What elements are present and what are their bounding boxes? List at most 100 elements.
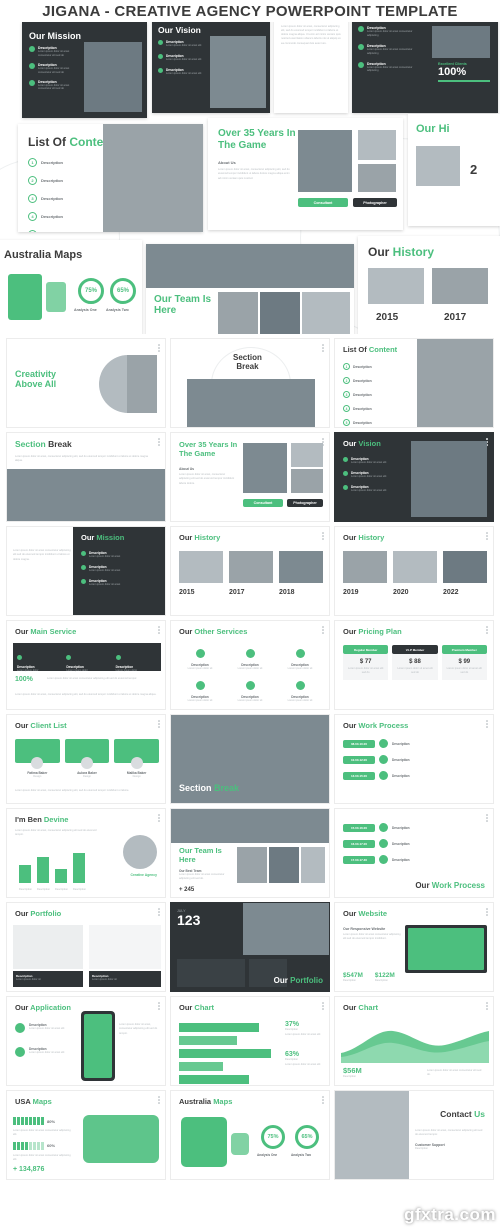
time-badge: 16.00-17.00 — [343, 839, 375, 848]
grid-slide-section-break-2[interactable]: Section Break Lorem ipsum dolor sit amet… — [6, 432, 166, 522]
dots-icon — [322, 626, 324, 635]
hero-slide-our-history-bottom[interactable]: Our History 2015 2017 — [358, 236, 500, 334]
pricing-card[interactable]: Regular Member $ 77 Lorem ipsum dolor si… — [343, 645, 389, 680]
dots-icon — [322, 532, 324, 541]
hero-slide-stats[interactable]: Description Lorem ipsum dolor sit amet c… — [352, 18, 498, 113]
pricing-card[interactable]: Premium Member $ 99 Lorem ipsum dolor si… — [441, 645, 487, 680]
map-shape — [231, 1133, 249, 1155]
map-shape — [83, 1115, 159, 1163]
hero-slide-our-vision[interactable]: Our Vision Description Lorem ipsum dolor … — [152, 18, 270, 113]
slide-photo — [171, 809, 329, 843]
grid-slide-australia-maps[interactable]: Australia Maps 75% Analysis One 65% Anal… — [170, 1090, 330, 1180]
bullet-icon — [158, 67, 163, 73]
slide-photo — [416, 146, 460, 186]
map-shape — [181, 1117, 227, 1167]
grid-slide-our-history-1[interactable]: Our History 2015 2017 2018 — [170, 526, 330, 616]
slide-photo — [393, 551, 437, 583]
app-icon — [15, 1047, 25, 1057]
slide-title: Australia Maps — [4, 249, 83, 261]
dots-icon — [322, 1096, 324, 1105]
dots-icon — [486, 1002, 488, 1011]
hero-slide-australia-maps[interactable]: Australia Maps 75% Analysis One 65% Anal… — [0, 240, 142, 334]
grid-slide-our-portfolio-2[interactable]: JULY 123 Our Portfolio — [170, 902, 330, 992]
grid-slide-our-client-list[interactable]: Our Client List Fatima Baker Design Aulo… — [6, 714, 166, 804]
bullet-icon — [343, 484, 348, 490]
grid-slide-our-work-process-1[interactable]: Our Work Process 08.00-10.00 Description… — [334, 714, 494, 804]
grid-slide-our-portfolio-1[interactable]: Our Portfolio Description Lorem ipsum do… — [6, 902, 166, 992]
dots-icon — [486, 626, 488, 635]
slide-title: Our Vision — [158, 25, 201, 35]
bullet-icon — [81, 578, 86, 584]
portfolio-thumb[interactable] — [89, 925, 161, 969]
step-icon — [379, 771, 388, 780]
pricing-card[interactable]: V.I.P Member $ 88 Lorem ipsum dolor sit … — [392, 645, 438, 680]
grid-slide-our-chart-2[interactable]: Our Chart $56M Description Lorem ipsum d… — [334, 996, 494, 1086]
hero-slide-text[interactable]: Lorem ipsum dolor sit amet, consectetur … — [274, 18, 348, 113]
slide-photo — [443, 551, 487, 583]
slide-photo — [432, 268, 488, 304]
grid-slide-section-break-1[interactable]: Section Break — [170, 338, 330, 428]
time-badge: 17.00-17.30 — [343, 855, 375, 864]
grid-slide-our-vision[interactable]: Our Vision Description Lorem ipsum dolor … — [334, 432, 494, 522]
grid-slide-usa-maps[interactable]: USA Maps 80% Lorem ipsum dolor sit amet … — [6, 1090, 166, 1180]
hero-slide-our-mission[interactable]: Our Mission Description Lorem ipsum dolo… — [22, 22, 147, 118]
slide-photo — [298, 130, 352, 192]
grid-slide-list-of-content[interactable]: List Of Content 1 Description 2 Descriptio… — [334, 338, 494, 428]
grid-slide-im-ben-devine[interactable]: I'm Ben Devine Lorem ipsum dolor sit ame… — [6, 808, 166, 898]
portfolio-caption: Description Lorem ipsum dolor sit — [89, 971, 161, 987]
slide-photo — [187, 379, 315, 427]
bullet-icon — [343, 457, 348, 462]
grid-slide-our-work-process-2[interactable]: 15.00-16.00 Description 16.00-17.00 Desc… — [334, 808, 494, 898]
pictogram — [13, 1117, 44, 1125]
poster-title-banner: JIGANA - CREATIVE AGENCY POWERPOINT TEMP… — [0, 0, 500, 22]
service-icon — [245, 680, 255, 690]
grid-slide-our-other-services[interactable]: Our Other Services Description Lorem ipsu… — [170, 620, 330, 710]
bar-chart — [179, 1023, 271, 1084]
grid-slide-contact-us[interactable]: Contact Us Lorem ipsum dolor sit amet, c… — [334, 1090, 494, 1180]
client-card[interactable]: Aulora Baker Design — [64, 739, 110, 779]
grid-slide-our-application[interactable]: Our Application Description Lorem ipsum d… — [6, 996, 166, 1086]
service-icon — [195, 649, 205, 658]
grid-slide-our-main-service[interactable]: Our Main Service Description Lorem ipsum … — [6, 620, 166, 710]
grid-slide-our-website[interactable]: Our Website Our Responsive Website Lorem… — [334, 902, 494, 992]
time-badge: 15.00-16.00 — [343, 823, 375, 832]
grid-slide-our-team-is-here[interactable]: Our Team Is Here Our Best Team Lorem ipsu… — [170, 808, 330, 898]
bullet-icon — [29, 46, 35, 52]
avatar — [31, 757, 44, 769]
hero-slide-list-of-content[interactable]: List Of Content 1 Description 2 Descriptio… — [18, 124, 203, 232]
grid-slide-our-pricing-plan[interactable]: Our Pricing Plan Regular Member $ 77 Lor… — [334, 620, 494, 710]
client-card[interactable]: Fatima Baker Design — [15, 739, 60, 779]
dots-icon — [158, 626, 160, 635]
grid-slide-our-chart-1[interactable]: Our Chart 37% Description Lorem ipsum do… — [170, 996, 330, 1086]
dots-icon — [158, 1096, 160, 1105]
slide-photo — [7, 469, 165, 521]
slide-photo — [243, 903, 329, 955]
slide-photo — [237, 847, 267, 883]
slide-photo — [210, 36, 266, 108]
tag: Photographer — [353, 198, 397, 207]
grid-slide-section-break-3[interactable]: Section Break — [170, 714, 330, 804]
slide-grid: Creativity Above All Section Break List Of… — [6, 338, 494, 1180]
bullet-icon — [158, 53, 163, 59]
portfolio-thumb[interactable] — [13, 925, 83, 969]
grid-slide-over-35-years[interactable]: Over 35 Years In The Game About Us Lorem … — [170, 432, 330, 522]
portfolio-thumb[interactable] — [177, 959, 245, 987]
slide-photo — [291, 443, 323, 467]
hero-slide-over-35-years[interactable]: Over 35 Years In The Game About Us Lorem … — [208, 118, 403, 230]
step-icon — [379, 823, 388, 832]
time-badge: 08.00-10.00 — [343, 739, 375, 748]
grid-slide-our-mission[interactable]: Lorem ipsum dolor sit amet consectetur a… — [6, 526, 166, 616]
slide-photo — [229, 551, 273, 583]
service-icon — [295, 649, 305, 658]
hero-slide-our-history-right[interactable]: Our Hi 2 — [408, 114, 500, 226]
bullet-icon — [17, 655, 22, 660]
list-number-icon: 1 — [28, 158, 37, 167]
phone-mockup — [81, 1011, 115, 1081]
slide-photo — [302, 292, 350, 334]
slide-photo — [127, 355, 157, 413]
bullet-icon — [81, 564, 86, 570]
client-card[interactable]: Malika Baker Design — [114, 739, 160, 779]
grid-slide-our-history-2[interactable]: Our History 2019 2020 2022 — [334, 526, 494, 616]
grid-slide-creativity-above-all[interactable]: Creativity Above All — [6, 338, 166, 428]
hero-slide-our-team[interactable]: Our Team Is Here — [146, 244, 354, 334]
